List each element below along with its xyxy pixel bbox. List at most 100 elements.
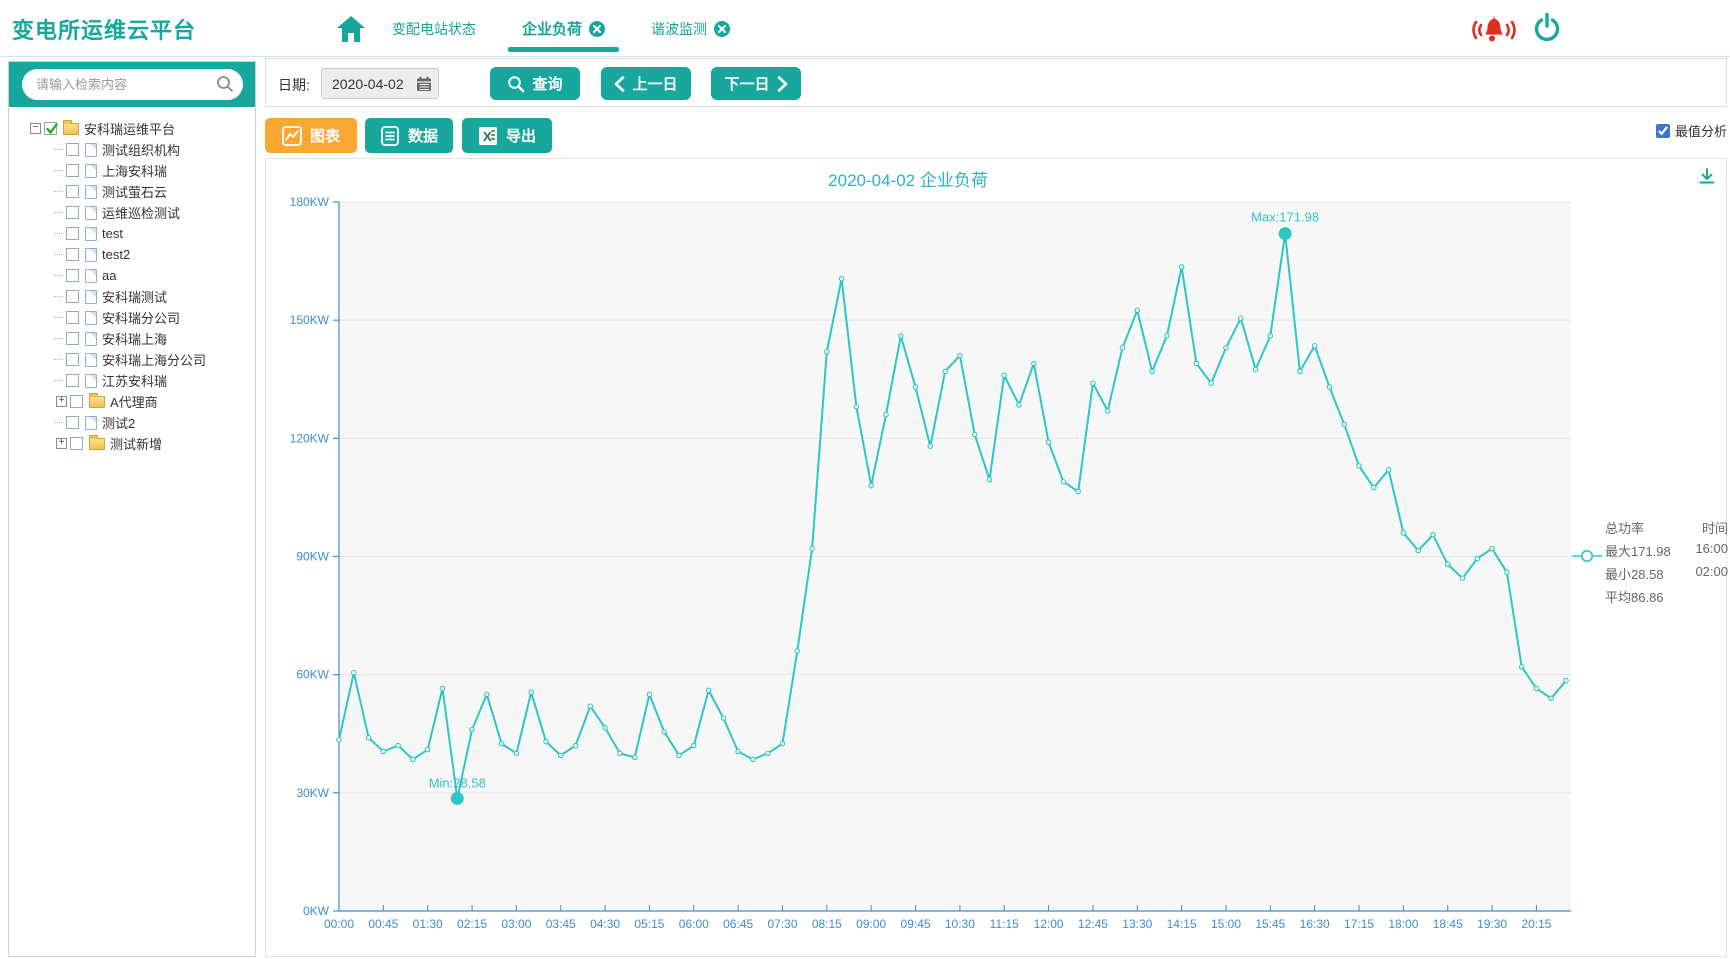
export-button[interactable]: X 导出 (462, 118, 552, 153)
tab-label: 谐波监测 (651, 19, 707, 39)
tree-node-label[interactable]: 上海安科瑞 (102, 161, 167, 180)
tree-connector (54, 422, 64, 423)
tree-node-5[interactable]: test (54, 223, 255, 244)
tree-checkbox[interactable] (66, 206, 79, 219)
power-logout-icon[interactable] (1532, 12, 1562, 44)
tree-node-6[interactable]: test2 (54, 244, 255, 265)
tree-connector (54, 170, 64, 171)
file-icon (85, 164, 97, 178)
tree-node-14[interactable]: 测试2 (54, 412, 255, 433)
tree-node-label[interactable]: 测试萤石云 (102, 182, 167, 201)
tree-node-1[interactable]: 测试组织机构 (54, 139, 255, 160)
next-day-button[interactable]: 下一日 (711, 67, 801, 100)
svg-text:04:30: 04:30 (590, 917, 620, 931)
tree-checkbox[interactable] (70, 395, 83, 408)
tree-checkbox[interactable] (66, 311, 79, 324)
tree-checkbox[interactable] (66, 353, 79, 366)
tab-close-icon[interactable] (714, 21, 730, 37)
tree-node-label[interactable]: aa (102, 268, 116, 283)
max-analysis-checkbox[interactable] (1656, 124, 1670, 138)
svg-text:10:30: 10:30 (945, 917, 975, 931)
tree-checkbox[interactable] (66, 290, 79, 303)
tree-node-label[interactable]: 测试新增 (110, 434, 162, 453)
tree-node-15[interactable]: + 测试新增 (56, 433, 255, 454)
tree-node-label[interactable]: 运维巡检测试 (102, 203, 180, 222)
tree-checkbox[interactable] (70, 437, 83, 450)
tab-0[interactable]: 变配电站状态 (388, 13, 480, 45)
tree-checkbox[interactable] (44, 122, 57, 135)
tree-connector (54, 275, 64, 276)
svg-text:17:15: 17:15 (1344, 917, 1374, 931)
tree-checkbox[interactable] (66, 185, 79, 198)
svg-text:03:00: 03:00 (501, 917, 531, 931)
tree-node-label[interactable]: test2 (102, 247, 130, 262)
tree-node-13[interactable]: + A代理商 (56, 391, 255, 412)
expand-icon[interactable]: + (56, 438, 67, 449)
tree-checkbox[interactable] (66, 332, 79, 345)
tree-node-12[interactable]: 江苏安科瑞 (54, 370, 255, 391)
tree-checkbox[interactable] (66, 269, 79, 282)
max-analysis-toggle[interactable]: 最值分析 (1656, 121, 1727, 140)
tree-checkbox[interactable] (66, 248, 79, 261)
legend-cell: 02:00 (1695, 564, 1728, 583)
tree-checkbox[interactable] (66, 374, 79, 387)
collapse-icon[interactable]: − (30, 123, 41, 134)
tree-node-label[interactable]: 安科瑞上海 (102, 329, 167, 348)
prev-day-button[interactable]: 上一日 (601, 67, 691, 100)
tab-1[interactable]: 企业负荷 (518, 12, 609, 45)
svg-text:0KW: 0KW (303, 904, 330, 918)
file-icon (85, 290, 97, 304)
legend-cell: 16:00 (1695, 541, 1728, 560)
calendar-icon[interactable] (416, 76, 432, 97)
query-magnifier-icon (507, 75, 525, 93)
folder-icon (89, 396, 105, 408)
date-input[interactable] (332, 71, 408, 96)
svg-text:X: X (483, 129, 492, 144)
tree-node-4[interactable]: 运维巡检测试 (54, 202, 255, 223)
tree-node-0[interactable]: − 安科瑞运维平台 (30, 118, 255, 139)
top-header: 变电所运维云平台 变配电站状态企业负荷谐波监测 (0, 0, 1730, 57)
svg-text:15:00: 15:00 (1211, 917, 1241, 931)
tree-node-label[interactable]: 江苏安科瑞 (102, 371, 167, 390)
tree-node-label[interactable]: 测试组织机构 (102, 140, 180, 159)
tree-checkbox[interactable] (66, 143, 79, 156)
tab-bar: 变配电站状态 企业负荷 谐波监测 (388, 0, 734, 57)
tree-node-label[interactable]: 测试2 (102, 413, 135, 432)
query-button[interactable]: 查询 (490, 67, 580, 100)
data-view-button[interactable]: 数据 (365, 118, 453, 153)
tab-2[interactable]: 谐波监测 (647, 13, 734, 45)
expand-icon[interactable]: + (56, 396, 67, 407)
tree-node-2[interactable]: 上海安科瑞 (54, 160, 255, 181)
tree-node-11[interactable]: 安科瑞上海分公司 (54, 349, 255, 370)
tree-node-label[interactable]: 安科瑞运维平台 (84, 119, 175, 138)
tree-node-8[interactable]: 安科瑞测试 (54, 286, 255, 307)
tree-node-label[interactable]: A代理商 (110, 392, 158, 411)
alarm-bell-icon[interactable] (1468, 12, 1520, 48)
tree-node-label[interactable]: 安科瑞上海分公司 (102, 350, 206, 369)
home-icon[interactable] (336, 15, 366, 43)
file-icon (85, 248, 97, 262)
tree-node-7[interactable]: aa (54, 265, 255, 286)
tree-node-label[interactable]: test (102, 226, 123, 241)
file-icon (85, 227, 97, 241)
tab-close-icon[interactable] (589, 21, 605, 37)
download-icon[interactable] (1698, 167, 1716, 190)
tree-checkbox[interactable] (66, 227, 79, 240)
tree-node-10[interactable]: 安科瑞上海 (54, 328, 255, 349)
load-line-chart[interactable]: 0KW30KW60KW90KW120KW150KW180KW00:0000:45… (266, 159, 1728, 958)
legend-cell: 平均86.86 (1605, 587, 1687, 606)
date-label: 日期: (278, 75, 310, 95)
tree-checkbox[interactable] (66, 416, 79, 429)
chart-view-button[interactable]: 图表 (265, 118, 357, 153)
tree-checkbox[interactable] (66, 164, 79, 177)
svg-text:15:45: 15:45 (1255, 917, 1285, 931)
file-icon (85, 332, 97, 346)
tree-node-label[interactable]: 安科瑞分公司 (102, 308, 180, 327)
search-icon[interactable] (216, 75, 234, 98)
tree-node-label[interactable]: 安科瑞测试 (102, 287, 167, 306)
tree-node-3[interactable]: 测试萤石云 (54, 181, 255, 202)
search-input[interactable] (36, 70, 206, 98)
tree-connector (54, 233, 64, 234)
tab-label: 企业负荷 (522, 18, 582, 39)
tree-node-9[interactable]: 安科瑞分公司 (54, 307, 255, 328)
